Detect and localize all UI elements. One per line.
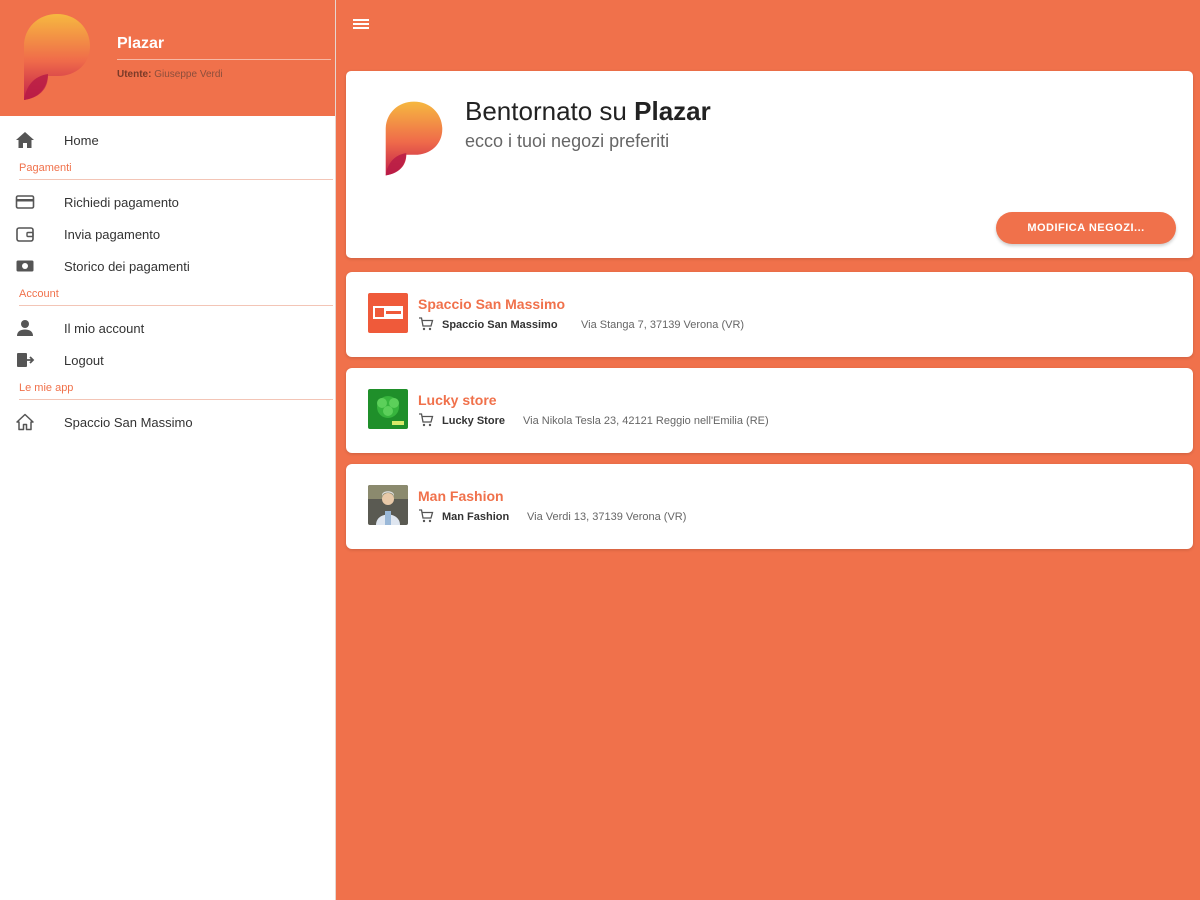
sidebar-item-label: Invia pagamento <box>64 227 161 242</box>
store-address: Via Nikola Tesla 23, 42121 Reggio nell'E… <box>523 415 769 427</box>
sidebar-item-label: Logout <box>64 353 104 368</box>
store-shop-name: Spaccio San Massimo <box>442 319 558 331</box>
sidebar-item-label: Il mio account <box>64 321 145 336</box>
sidebar-menu: Home Pagamenti Richiedi pagamento Invia … <box>0 116 335 438</box>
home-icon <box>16 132 34 148</box>
section-label: Pagamenti <box>19 162 72 174</box>
cart-icon <box>419 509 434 523</box>
sidebar-item-invia-pagamento[interactable]: Invia pagamento <box>0 218 335 250</box>
sidebar-item-label: Richiedi pagamento <box>64 195 179 210</box>
section-account: Account <box>0 282 335 312</box>
welcome-title-brand: Plazar <box>634 96 711 126</box>
store-address: Via Verdi 13, 37139 Verona (VR) <box>527 511 687 523</box>
section-label: Account <box>19 288 59 300</box>
sidebar-item-label: Home <box>64 133 99 148</box>
home-outline-icon <box>16 413 34 431</box>
welcome-subtitle: ecco i tuoi negozi preferiti <box>465 131 670 151</box>
store-card[interactable]: Man Fashion Man Fashion Via Verdi 13, 37… <box>346 464 1193 549</box>
store-thumbnail <box>368 293 408 333</box>
plazar-logo-icon <box>24 14 90 100</box>
sidebar-item-richiedi-pagamento[interactable]: Richiedi pagamento <box>0 186 335 218</box>
store-card[interactable]: Lucky store Lucky Store Via Nikola Tesla… <box>346 368 1193 453</box>
store-name: Man Fashion <box>418 488 504 504</box>
store-address: Via Stanga 7, 37139 Verona (VR) <box>581 319 745 331</box>
sidebar-item-il-mio-account[interactable]: Il mio account <box>0 312 335 344</box>
store-thumbnail <box>368 485 408 525</box>
section-pagamenti: Pagamenti <box>0 156 335 186</box>
sidebar-item-label: Spaccio San Massimo <box>64 415 193 430</box>
sidebar-item-home[interactable]: Home <box>0 124 335 156</box>
user-name: Giuseppe Verdi <box>154 69 223 80</box>
section-divider <box>19 179 333 180</box>
sidebar-title: Plazar <box>117 35 165 52</box>
user-label: Utente: <box>117 69 152 80</box>
money-icon <box>16 260 34 272</box>
sidebar-header: Plazar Utente: Giuseppe Verdi <box>0 0 335 116</box>
store-name: Spaccio San Massimo <box>418 296 566 312</box>
hamburger-icon <box>353 19 369 21</box>
sidebar-item-label: Storico dei pagamenti <box>64 259 190 274</box>
section-label: Le mie app <box>19 382 74 394</box>
hamburger-menu-button[interactable] <box>353 17 371 33</box>
welcome-title-prefix: Bentornato su <box>465 96 627 126</box>
cart-icon <box>419 413 434 427</box>
sidebar-header-divider <box>117 59 331 60</box>
hamburger-icon-line <box>353 27 369 29</box>
welcome-card: Bentornato su Plazar ecco i tuoi negozi … <box>346 71 1193 258</box>
wallet-icon <box>16 227 34 242</box>
section-divider <box>19 305 333 306</box>
store-name: Lucky store <box>418 392 497 408</box>
sidebar-item-storico-pagamenti[interactable]: Storico dei pagamenti <box>0 250 335 282</box>
cart-icon <box>419 317 434 331</box>
welcome-title: Bentornato su Plazar <box>465 96 711 127</box>
store-shop-name: Lucky Store <box>442 415 505 427</box>
user-icon <box>17 320 33 336</box>
logout-icon <box>17 353 35 367</box>
store-shop-name: Man Fashion <box>442 511 510 523</box>
sidebar: Plazar Utente: Giuseppe Verdi Home Pagam… <box>0 0 336 900</box>
edit-stores-button[interactable]: MODIFICA NEGOZI... <box>996 212 1176 244</box>
store-thumbnail <box>368 389 408 429</box>
sidebar-item-spaccio-san-massimo[interactable]: Spaccio San Massimo <box>0 406 335 438</box>
store-card[interactable]: Spaccio San Massimo Spaccio San Massimo … <box>346 272 1193 357</box>
hamburger-icon-line <box>353 23 369 25</box>
section-divider <box>19 399 333 400</box>
section-le-mie-app: Le mie app <box>0 376 335 406</box>
plazar-logo-icon <box>385 101 443 176</box>
sidebar-item-logout[interactable]: Logout <box>0 344 335 376</box>
current-user: Utente: Giuseppe Verdi <box>117 69 223 80</box>
credit-card-icon <box>15 195 35 209</box>
